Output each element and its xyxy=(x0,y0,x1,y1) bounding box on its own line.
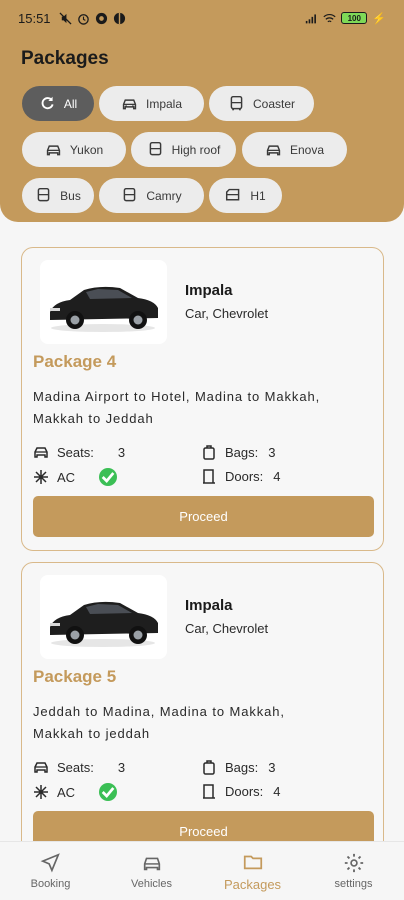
filter-chip-high-roof[interactable]: High roof xyxy=(131,132,236,167)
package-title: Package 5 xyxy=(33,667,117,686)
bus-icon xyxy=(37,187,50,202)
nav-label: Vehicles xyxy=(131,878,172,890)
ac-feature: AC xyxy=(33,783,118,801)
nav-booking[interactable]: Booking xyxy=(0,842,101,900)
package-icon xyxy=(243,855,262,869)
vehicle-model: Impala xyxy=(185,597,233,614)
filter-chip-label: All xyxy=(63,96,78,111)
bags-feature: Bags: 3 xyxy=(201,759,275,775)
bag-icon xyxy=(203,760,215,775)
filter-chip-label: Yukon xyxy=(69,142,104,157)
package-title: Package 4 xyxy=(33,352,117,371)
filter-chip-yukon[interactable]: Yukon xyxy=(22,132,126,167)
filter-chip-camry[interactable]: Camry xyxy=(99,178,204,213)
seats-label: Seats: xyxy=(57,759,94,775)
bags-value: 3 xyxy=(268,759,276,775)
filter-chip-coaster[interactable]: Coaster xyxy=(209,86,314,121)
bags-label: Bags: xyxy=(225,759,259,775)
package-route: Jeddah to Madina, Madina to Makkah, Makk… xyxy=(33,704,285,741)
package-card: Impala Car, Chevrolet Package 4 Madina A… xyxy=(21,247,384,551)
filter-chip-impala[interactable]: Impala xyxy=(99,86,204,121)
seats-feature: Seats: 3 xyxy=(33,759,125,775)
battery-icon: 100 xyxy=(341,12,368,24)
packages-header: Packages All Impala Coaster Yukon High r… xyxy=(0,36,404,222)
seats-feature: Seats: 3 xyxy=(33,444,125,460)
filter-chip-label: Coaster xyxy=(252,96,296,111)
snowflake-icon xyxy=(34,785,48,799)
doors-feature: Doors: 4 xyxy=(201,783,281,799)
filter-chip-h1[interactable]: H1 xyxy=(209,178,282,213)
package-route: Madina Airport to Hotel, Madina to Makka… xyxy=(33,389,321,426)
nav-label: Booking xyxy=(30,878,71,890)
signal-icon xyxy=(306,13,317,23)
filter-chip-bus[interactable]: Bus xyxy=(22,178,94,213)
vehicle-image xyxy=(40,260,167,344)
van-icon xyxy=(226,188,240,201)
filter-chip-all[interactable]: All xyxy=(22,86,94,121)
seat-icon xyxy=(34,762,48,773)
filter-chip-label: Enova xyxy=(289,142,325,157)
seat-icon xyxy=(34,447,48,458)
check-icon xyxy=(99,783,118,801)
ac-label: AC xyxy=(57,784,76,800)
navigation-icon xyxy=(40,853,60,873)
bags-feature: Bags: 3 xyxy=(201,444,275,460)
ac-label: AC xyxy=(57,469,76,485)
seats-value: 3 xyxy=(117,444,126,460)
doors-value: 4 xyxy=(273,783,281,799)
seats-value: 3 xyxy=(117,759,126,775)
package-card: Impala Car, Chevrolet Package 5 Jeddah t… xyxy=(21,562,384,866)
vehicle-model: Impala xyxy=(185,282,233,299)
filter-chip-label: High roof xyxy=(171,142,221,157)
mute-icon xyxy=(59,11,72,25)
filter-chip-label: Camry xyxy=(146,188,182,203)
vehicle-image xyxy=(40,575,167,659)
doors-label: Doors: xyxy=(225,468,264,484)
refresh-icon xyxy=(41,96,54,110)
nav-settings[interactable]: settings xyxy=(303,842,404,900)
car-icon xyxy=(143,857,160,871)
check-icon xyxy=(99,468,118,486)
filter-chip-label: H1 xyxy=(250,188,266,203)
filter-chip-label: Impala xyxy=(145,96,183,111)
doors-value: 4 xyxy=(273,468,281,484)
bus-icon xyxy=(230,95,243,111)
car-image-icon xyxy=(50,601,158,647)
filter-chip-enova[interactable]: Enova xyxy=(242,132,347,167)
bus-icon xyxy=(149,141,161,156)
seats-label: Seats: xyxy=(57,444,94,460)
proceed-button[interactable]: Proceed xyxy=(33,496,374,537)
bus-icon xyxy=(124,187,136,202)
car-icon xyxy=(46,145,60,156)
nav-label: settings xyxy=(334,878,373,890)
door-icon xyxy=(203,784,215,799)
status-time: 15:51 xyxy=(18,10,51,26)
filter-chip-label: Bus xyxy=(60,188,81,203)
bag-icon xyxy=(203,445,215,460)
nav-packages[interactable]: Packages xyxy=(202,842,303,900)
charging-icon: ⚡ xyxy=(372,12,386,25)
app-icon xyxy=(95,12,107,24)
status-bar: 15:51 100 ⚡ xyxy=(0,0,404,36)
page-title: Packages xyxy=(21,48,109,69)
gear-icon xyxy=(344,853,363,873)
vehicle-brand: Car, Chevrolet xyxy=(185,306,269,321)
snowflake-icon xyxy=(34,470,48,484)
car-image-icon xyxy=(50,286,158,332)
nav-vehicles[interactable]: Vehicles xyxy=(101,842,202,900)
bags-label: Bags: xyxy=(225,444,259,460)
doors-label: Doors: xyxy=(225,783,264,799)
car-icon xyxy=(122,99,137,110)
door-icon xyxy=(203,469,215,484)
app-icon xyxy=(113,12,125,24)
bottom-navigation: Booking Vehicles Packages settings xyxy=(0,841,404,900)
car-icon xyxy=(266,145,281,156)
wifi-icon xyxy=(323,13,336,22)
alarm-icon xyxy=(77,13,89,25)
vehicle-brand: Car, Chevrolet xyxy=(185,621,269,636)
bags-value: 3 xyxy=(268,444,276,460)
ac-feature: AC xyxy=(33,468,118,486)
doors-feature: Doors: 4 xyxy=(201,468,281,484)
nav-label: Packages xyxy=(223,876,282,892)
